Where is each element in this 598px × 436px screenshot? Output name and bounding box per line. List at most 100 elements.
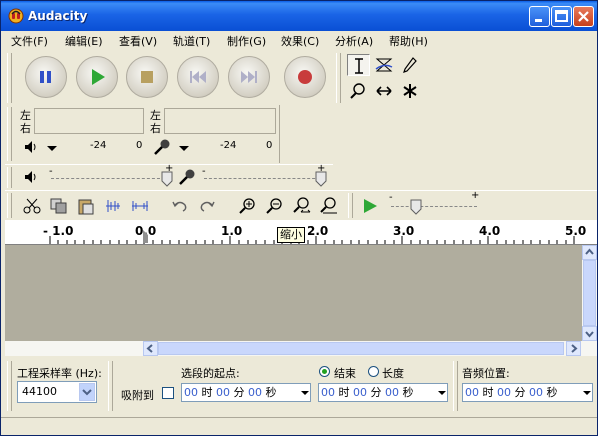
output-level-meter[interactable] xyxy=(34,108,144,134)
scroll-up-button[interactable] xyxy=(582,245,597,260)
speed-slider-max: + xyxy=(471,190,480,201)
record-volume-track[interactable] xyxy=(204,178,320,179)
close-icon xyxy=(578,11,589,22)
horizontal-scrollbar[interactable] xyxy=(5,341,597,356)
length-label: 长度 xyxy=(382,367,404,380)
playback-slider-min: - xyxy=(49,166,53,177)
zoom-in-button[interactable] xyxy=(235,194,259,216)
chevron-down-icon xyxy=(82,389,92,396)
scroll-left-button[interactable] xyxy=(143,341,158,356)
multi-tool[interactable] xyxy=(399,80,422,102)
toolbar-grip[interactable] xyxy=(7,361,12,411)
toolbar-grip[interactable] xyxy=(7,53,12,103)
minimize-button[interactable] xyxy=(529,6,550,27)
skip-to-start-button[interactable] xyxy=(177,56,219,98)
minutes-unit: 分 xyxy=(233,386,245,399)
cut-button[interactable] xyxy=(19,194,43,216)
pause-button[interactable] xyxy=(25,56,67,98)
output-tick-minus24: -24 xyxy=(90,140,107,151)
ruler-label: - 1.0 xyxy=(43,224,74,238)
fit-selection-button[interactable] xyxy=(289,194,313,216)
fit-project-button[interactable] xyxy=(316,194,340,216)
maximize-button[interactable] xyxy=(551,6,572,27)
menu-edit[interactable]: 编辑(E) xyxy=(65,33,103,49)
trim-icon xyxy=(106,200,120,212)
output-meter-menu-icon[interactable] xyxy=(45,143,59,153)
scroll-right-button[interactable] xyxy=(566,341,581,356)
playback-volume-track[interactable] xyxy=(51,178,165,179)
playback-volume-thumb[interactable] xyxy=(161,171,173,187)
stop-button[interactable] xyxy=(126,56,168,98)
redo-button[interactable] xyxy=(194,194,218,216)
project-rate-dropdown-button[interactable] xyxy=(79,383,95,401)
project-rate-value: 44100 xyxy=(22,385,57,398)
output-tick-0: 0 xyxy=(136,140,143,151)
draw-tool[interactable] xyxy=(399,54,422,76)
record-icon xyxy=(298,70,312,84)
track-area[interactable] xyxy=(5,245,582,341)
play-icon xyxy=(364,199,377,213)
vertical-scrollbar[interactable] xyxy=(582,245,597,341)
minutes-unit: 分 xyxy=(514,386,526,399)
zoom-out-button[interactable] xyxy=(262,194,286,216)
toolbar-grip[interactable] xyxy=(348,193,353,218)
end-hours: 00 xyxy=(321,386,335,399)
snap-to-checkbox[interactable] xyxy=(162,387,174,399)
play-speed-track[interactable] xyxy=(391,206,477,207)
start-time-format-dropdown-icon[interactable] xyxy=(300,384,310,401)
menu-view[interactable]: 查看(V) xyxy=(119,33,157,49)
silence-button[interactable] xyxy=(127,194,151,216)
menu-help[interactable]: 帮助(H) xyxy=(389,33,428,49)
play-at-speed-button[interactable] xyxy=(357,194,381,216)
record-button[interactable] xyxy=(284,56,326,98)
record-volume-thumb[interactable] xyxy=(315,171,327,187)
trim-button[interactable] xyxy=(100,194,124,216)
toolbar-grip[interactable] xyxy=(7,107,12,161)
record-slider-min: - xyxy=(202,166,206,177)
toolbar-empty-area xyxy=(279,105,597,163)
end-time-format-dropdown-icon[interactable] xyxy=(437,384,447,401)
play-position-marker[interactable] xyxy=(142,230,150,244)
play-button[interactable] xyxy=(76,56,118,98)
skip-to-end-button[interactable] xyxy=(228,56,270,98)
audio-position-time[interactable]: 00 时 00 分 00 秒 xyxy=(462,383,593,402)
selection-tool[interactable] xyxy=(347,54,370,76)
envelope-tool[interactable] xyxy=(373,54,396,76)
paste-button[interactable] xyxy=(73,194,97,216)
menu-generate[interactable]: 制作(G) xyxy=(227,33,266,49)
scissors-icon xyxy=(23,198,41,214)
play-speed-thumb[interactable] xyxy=(410,199,422,215)
toolbar-grip[interactable] xyxy=(7,193,12,218)
menu-effect[interactable]: 效果(C) xyxy=(281,33,319,49)
toolbar-grip[interactable] xyxy=(336,53,341,103)
scroll-down-button[interactable] xyxy=(582,326,597,341)
selection-end-time[interactable]: 00 时 00 分 00 秒 xyxy=(318,383,448,402)
selection-start-time[interactable]: 00 时 00 分 00 秒 xyxy=(181,383,311,402)
start-hours: 00 xyxy=(184,386,198,399)
title-bar[interactable]: Audacity xyxy=(1,1,597,31)
i-beam-icon xyxy=(355,58,363,74)
input-meter-menu-icon[interactable] xyxy=(177,143,191,153)
input-level-meter[interactable] xyxy=(164,108,276,134)
undo-button[interactable] xyxy=(167,194,191,216)
toolbar-grip[interactable] xyxy=(7,167,12,188)
time-shift-tool[interactable] xyxy=(373,80,396,102)
menu-analyze[interactable]: 分析(A) xyxy=(335,33,373,49)
seconds-unit: 秒 xyxy=(402,386,414,399)
vertical-scroll-thumb[interactable] xyxy=(583,260,596,326)
menu-tracks[interactable]: 轨道(T) xyxy=(173,33,210,49)
selection-start-label: 选段的起点: xyxy=(181,367,240,380)
ruler-label: 1.0 xyxy=(221,224,243,238)
menu-file[interactable]: 文件(F) xyxy=(11,33,48,49)
length-radio[interactable] xyxy=(368,366,379,377)
position-minutes: 00 xyxy=(497,386,511,399)
close-button[interactable] xyxy=(573,6,594,27)
arrow-left-icon xyxy=(146,344,153,353)
zoom-tool[interactable] xyxy=(347,80,370,102)
position-format-dropdown-icon[interactable] xyxy=(582,384,592,401)
project-rate-combo[interactable]: 44100 xyxy=(17,381,97,403)
end-radio[interactable] xyxy=(319,366,330,377)
horizontal-scroll-thumb[interactable] xyxy=(158,342,564,355)
copy-button[interactable] xyxy=(46,194,70,216)
snap-to-label: 吸附到 xyxy=(121,389,154,402)
